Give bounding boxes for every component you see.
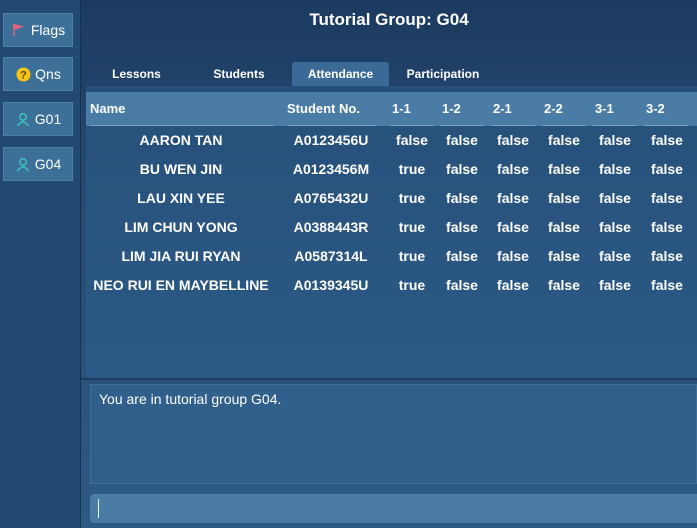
flag-icon (11, 22, 27, 38)
column-header-2-1[interactable]: 2-1 (489, 92, 537, 126)
column-header-3-1[interactable]: 3-1 (591, 92, 639, 126)
cell-2-1: false (497, 248, 529, 264)
sidebar-item-label: Qns (35, 66, 61, 82)
table-row[interactable]: AARON TAN A0123456U false false false false fa… (86, 126, 697, 155)
cell-3-2: false (651, 219, 683, 235)
cell-1-1: false (396, 132, 428, 148)
cell-2-2: false (548, 190, 580, 206)
cell-name: BU WEN JIN (139, 161, 223, 177)
sidebar-item-label: Flags (30, 22, 66, 38)
person-icon (15, 156, 31, 172)
cell-name: LIM CHUN YONG (124, 219, 238, 235)
column-header-2-2[interactable]: 2-2 (540, 92, 588, 126)
cell-student-no: A0123456M (292, 161, 370, 177)
cell-1-1: true (398, 190, 426, 206)
tab-attendance[interactable]: Attendance (292, 62, 389, 86)
result-display: You are in tutorial group G04. (90, 384, 697, 484)
cell-3-2: false (651, 132, 683, 148)
cell-student-no: A0587314L (294, 248, 368, 264)
cell-3-1: false (599, 277, 631, 293)
cell-2-1: false (497, 190, 529, 206)
table-row[interactable]: LAU XIN YEE A0765432U true false false false f… (86, 184, 697, 213)
cell-2-2: false (548, 248, 580, 264)
sidebar-item-qns[interactable]: ? Qns (3, 57, 73, 91)
table-row[interactable]: LIM CHUN YONG A0388443R true false false fals… (86, 213, 697, 242)
text-caret (98, 499, 99, 518)
table-header: Name Student No. 1-1 1-2 2-1 2-2 3-1 3-2 (86, 92, 697, 126)
cell-1-1: true (398, 219, 426, 235)
sidebar-item-g01[interactable]: G01 (3, 102, 73, 136)
tab-students[interactable]: Students (199, 62, 279, 86)
cell-1-1: true (398, 161, 426, 177)
tab-bar: Lessons Students Attendance Participatio… (81, 62, 697, 86)
attendance-table[interactable]: Name Student No. 1-1 1-2 2-1 2-2 3-1 3-2… (86, 86, 697, 378)
cell-2-2: false (548, 132, 580, 148)
cell-3-2: false (651, 161, 683, 177)
table-row[interactable]: LIM JIA RUI RYAN A0587314L true false false f… (86, 242, 697, 271)
divider (81, 378, 697, 380)
column-header-student-no[interactable]: Student No. (283, 92, 379, 126)
cell-2-2: false (548, 219, 580, 235)
column-header-1-1[interactable]: 1-1 (388, 92, 436, 126)
cell-3-1: false (599, 248, 631, 264)
cell-name: AARON TAN (139, 132, 223, 148)
cell-2-2: false (548, 277, 580, 293)
page-title: Tutorial Group: G04 (309, 10, 469, 29)
cell-2-2: false (548, 161, 580, 177)
table-row[interactable]: BU WEN JIN A0123456M true false false false fa… (86, 155, 697, 184)
column-header-name[interactable]: Name (86, 92, 276, 126)
cell-3-2: false (651, 277, 683, 293)
cell-3-1: false (599, 161, 631, 177)
cell-1-2: false (446, 190, 478, 206)
person-icon (15, 111, 31, 127)
question-icon: ? (15, 66, 31, 82)
cell-name: LIM JIA RUI RYAN (121, 248, 241, 264)
cell-student-no: A0123456U (293, 132, 369, 148)
cell-1-1: true (398, 277, 426, 293)
cell-3-2: false (651, 190, 683, 206)
tab-lessons[interactable]: Lessons (99, 62, 174, 86)
table-row[interactable]: NEO RUI EN MAYBELLINE A0139345U true false f… (86, 271, 697, 300)
cell-2-1: false (497, 161, 529, 177)
cell-3-1: false (599, 219, 631, 235)
cell-3-1: false (599, 190, 631, 206)
sidebar-item-flags[interactable]: Flags (3, 13, 73, 47)
cell-3-1: false (599, 132, 631, 148)
column-header-1-2[interactable]: 1-2 (438, 92, 486, 126)
sidebar-item-label: G01 (34, 111, 62, 127)
column-header-3-2[interactable]: 3-2 (642, 92, 692, 126)
sidebar-item-g04[interactable]: G04 (3, 147, 73, 181)
cell-1-2: false (446, 219, 478, 235)
cell-student-no: A0388443R (293, 219, 369, 235)
sidebar: Flags ? Qns G01 G04 (0, 0, 81, 528)
cell-2-1: false (497, 219, 529, 235)
command-input[interactable] (90, 494, 697, 523)
cell-1-2: false (446, 132, 478, 148)
cell-1-2: false (446, 248, 478, 264)
cell-1-2: false (446, 277, 478, 293)
cell-1-1: true (398, 248, 426, 264)
cell-student-no: A0139345U (293, 277, 369, 293)
cell-2-1: false (497, 132, 529, 148)
cell-student-no: A0765432U (293, 190, 369, 206)
tab-participation[interactable]: Participation (399, 62, 487, 86)
cell-3-2: false (651, 248, 683, 264)
cell-2-1: false (497, 277, 529, 293)
cell-name: NEO RUI EN MAYBELLINE (93, 277, 269, 293)
svg-text:?: ? (20, 69, 27, 81)
sidebar-item-label: G04 (34, 156, 62, 172)
cell-name: LAU XIN YEE (137, 190, 225, 206)
cell-1-2: false (446, 161, 478, 177)
